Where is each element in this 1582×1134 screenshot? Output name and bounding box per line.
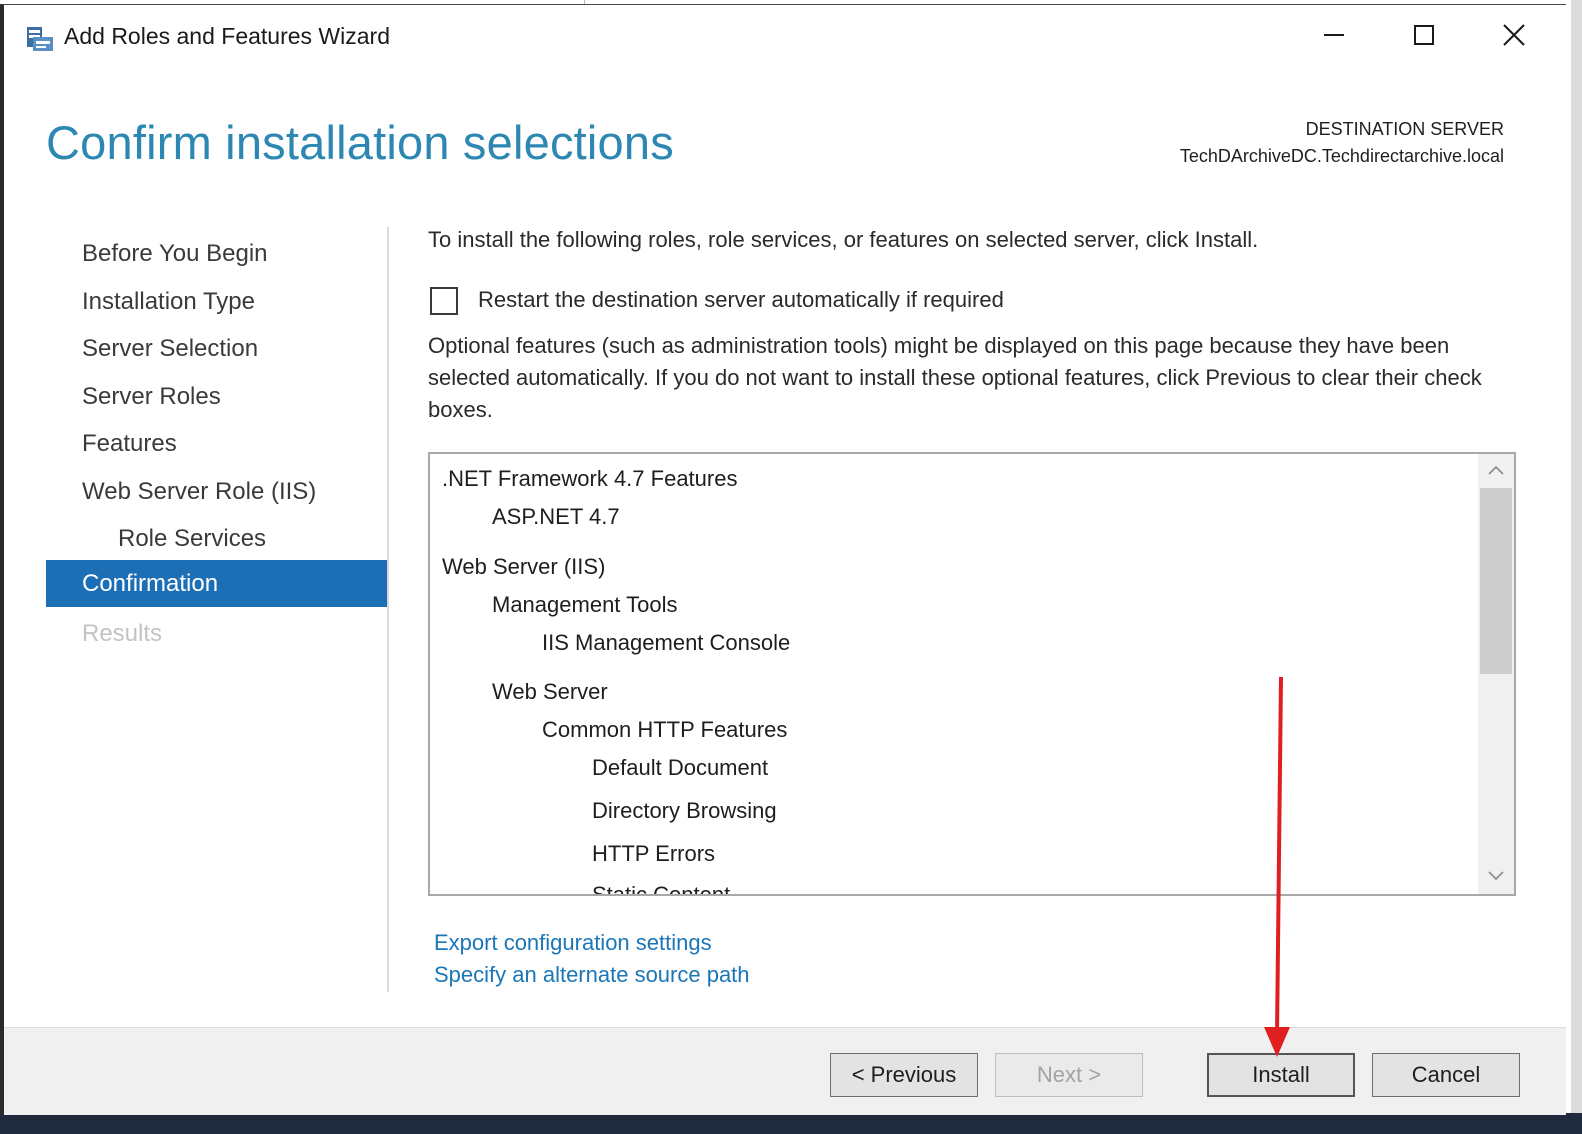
nav-item-confirmation[interactable]: Confirmation bbox=[46, 560, 387, 607]
nav-divider bbox=[387, 227, 389, 992]
list-item: HTTP Errors bbox=[592, 841, 716, 866]
list-item: Web Server (IIS) bbox=[442, 554, 606, 579]
destination-server-label: DESTINATION SERVER bbox=[1305, 119, 1504, 139]
destination-server-name: TechDArchiveDC.Techdirectarchive.local bbox=[1179, 146, 1504, 166]
button-bar: < Previous Next > Install Cancel bbox=[4, 1027, 1566, 1115]
nav-item-before-you-begin[interactable]: Before You Begin bbox=[46, 230, 387, 277]
close-button[interactable] bbox=[1484, 15, 1544, 59]
list-item: .NET Framework 4.7 Features bbox=[442, 466, 738, 491]
scroll-down-button[interactable] bbox=[1478, 862, 1514, 892]
list-item: Static Content bbox=[592, 882, 730, 894]
list-scrollbar[interactable] bbox=[1478, 454, 1514, 894]
list-item: ASP.NET 4.7 bbox=[492, 504, 620, 529]
chevron-down-icon bbox=[1488, 868, 1504, 886]
window-title: Add Roles and Features Wizard bbox=[64, 23, 390, 49]
maximize-icon bbox=[1413, 24, 1435, 51]
nav-item-features[interactable]: Features bbox=[46, 420, 387, 467]
chevron-up-icon bbox=[1488, 462, 1504, 480]
wizard-window: Add Roles and Features Wizard Confirm in… bbox=[0, 4, 1566, 1115]
scroll-thumb[interactable] bbox=[1480, 488, 1512, 674]
next-button: Next > bbox=[995, 1053, 1143, 1097]
close-icon bbox=[1502, 23, 1526, 52]
restart-checkbox-label[interactable]: Restart the destination server automatic… bbox=[478, 287, 1004, 313]
install-button[interactable]: Install bbox=[1207, 1053, 1355, 1097]
page-title: Confirm installation selections bbox=[46, 116, 674, 169]
cancel-button[interactable]: Cancel bbox=[1372, 1053, 1520, 1097]
selections-list: .NET Framework 4.7 Features ASP.NET 4.7 … bbox=[430, 454, 1476, 894]
previous-button[interactable]: < Previous bbox=[830, 1053, 978, 1097]
alternate-source-path-link[interactable]: Specify an alternate source path bbox=[434, 962, 750, 988]
list-item: Common HTTP Features bbox=[542, 717, 788, 742]
selections-listbox[interactable]: .NET Framework 4.7 Features ASP.NET 4.7 … bbox=[428, 452, 1516, 896]
minimize-icon bbox=[1323, 24, 1345, 51]
list-item: Web Server bbox=[492, 679, 608, 704]
title-bar: Add Roles and Features Wizard bbox=[4, 5, 1566, 67]
taskbar-edge bbox=[0, 1113, 1582, 1134]
nav-item-installation-type[interactable]: Installation Type bbox=[46, 278, 387, 325]
nav-item-results: Results bbox=[82, 620, 163, 647]
scroll-up-button[interactable] bbox=[1478, 456, 1514, 486]
maximize-button[interactable] bbox=[1394, 15, 1454, 59]
minimize-button[interactable] bbox=[1304, 15, 1364, 59]
list-item: IIS Management Console bbox=[542, 630, 791, 655]
export-configuration-link[interactable]: Export configuration settings bbox=[434, 930, 712, 956]
optional-features-note: Optional features (such as administratio… bbox=[428, 333, 1482, 422]
list-item: Management Tools bbox=[492, 592, 678, 617]
nav-item-web-server-role[interactable]: Web Server Role (IIS) bbox=[46, 468, 387, 515]
list-item: Default Document bbox=[592, 755, 769, 780]
server-manager-icon bbox=[24, 23, 56, 55]
install-instruction: To install the following roles, role ser… bbox=[428, 227, 1259, 252]
nav-item-server-selection[interactable]: Server Selection bbox=[46, 325, 387, 372]
list-item: Directory Browsing bbox=[592, 798, 777, 823]
restart-checkbox[interactable] bbox=[430, 287, 458, 315]
nav-item-role-services[interactable]: Role Services bbox=[46, 515, 387, 562]
nav-item-server-roles[interactable]: Server Roles bbox=[46, 373, 387, 420]
background-window-edge bbox=[1566, 0, 1582, 1134]
